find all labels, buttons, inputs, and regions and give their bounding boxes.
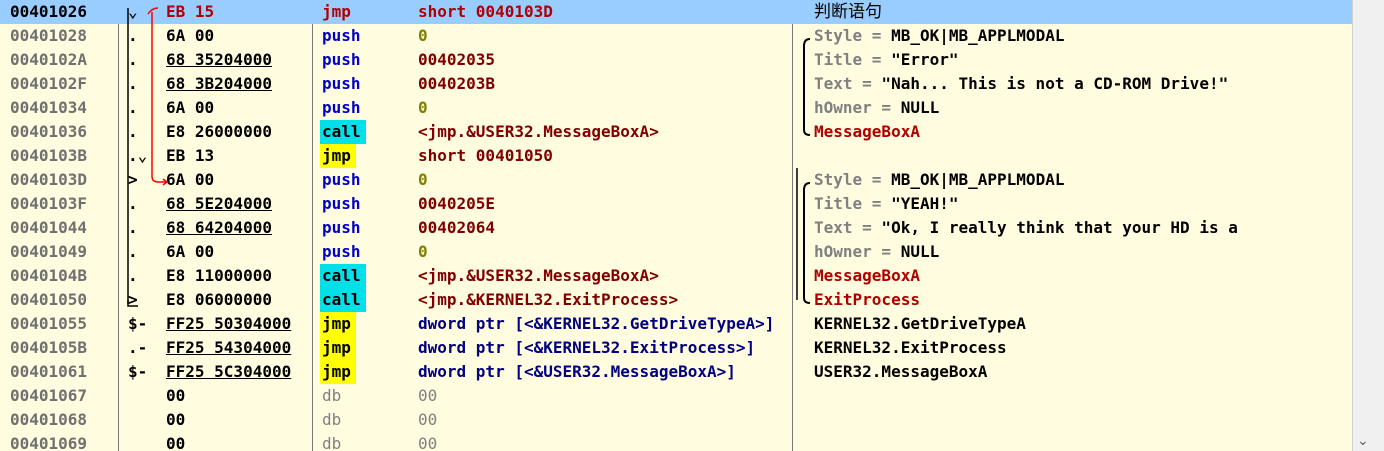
scrollbar-track[interactable] <box>1359 0 1379 430</box>
jump-arrow-line <box>151 12 166 183</box>
jump-arrow-line <box>127 300 138 307</box>
vertical-scrollbar[interactable]: ⌄ <box>1352 0 1384 451</box>
jump-arrow-line <box>147 7 159 15</box>
chevron-down-icon[interactable]: ⌄ <box>1357 433 1369 449</box>
param-bracket <box>803 38 811 136</box>
disassembly-pane[interactable]: 00401026 ⌄ EB 15 jmp short 0040103D 判断语句 00401… <box>0 0 1352 451</box>
param-bracket <box>803 182 811 304</box>
jump-arrows <box>127 7 811 307</box>
